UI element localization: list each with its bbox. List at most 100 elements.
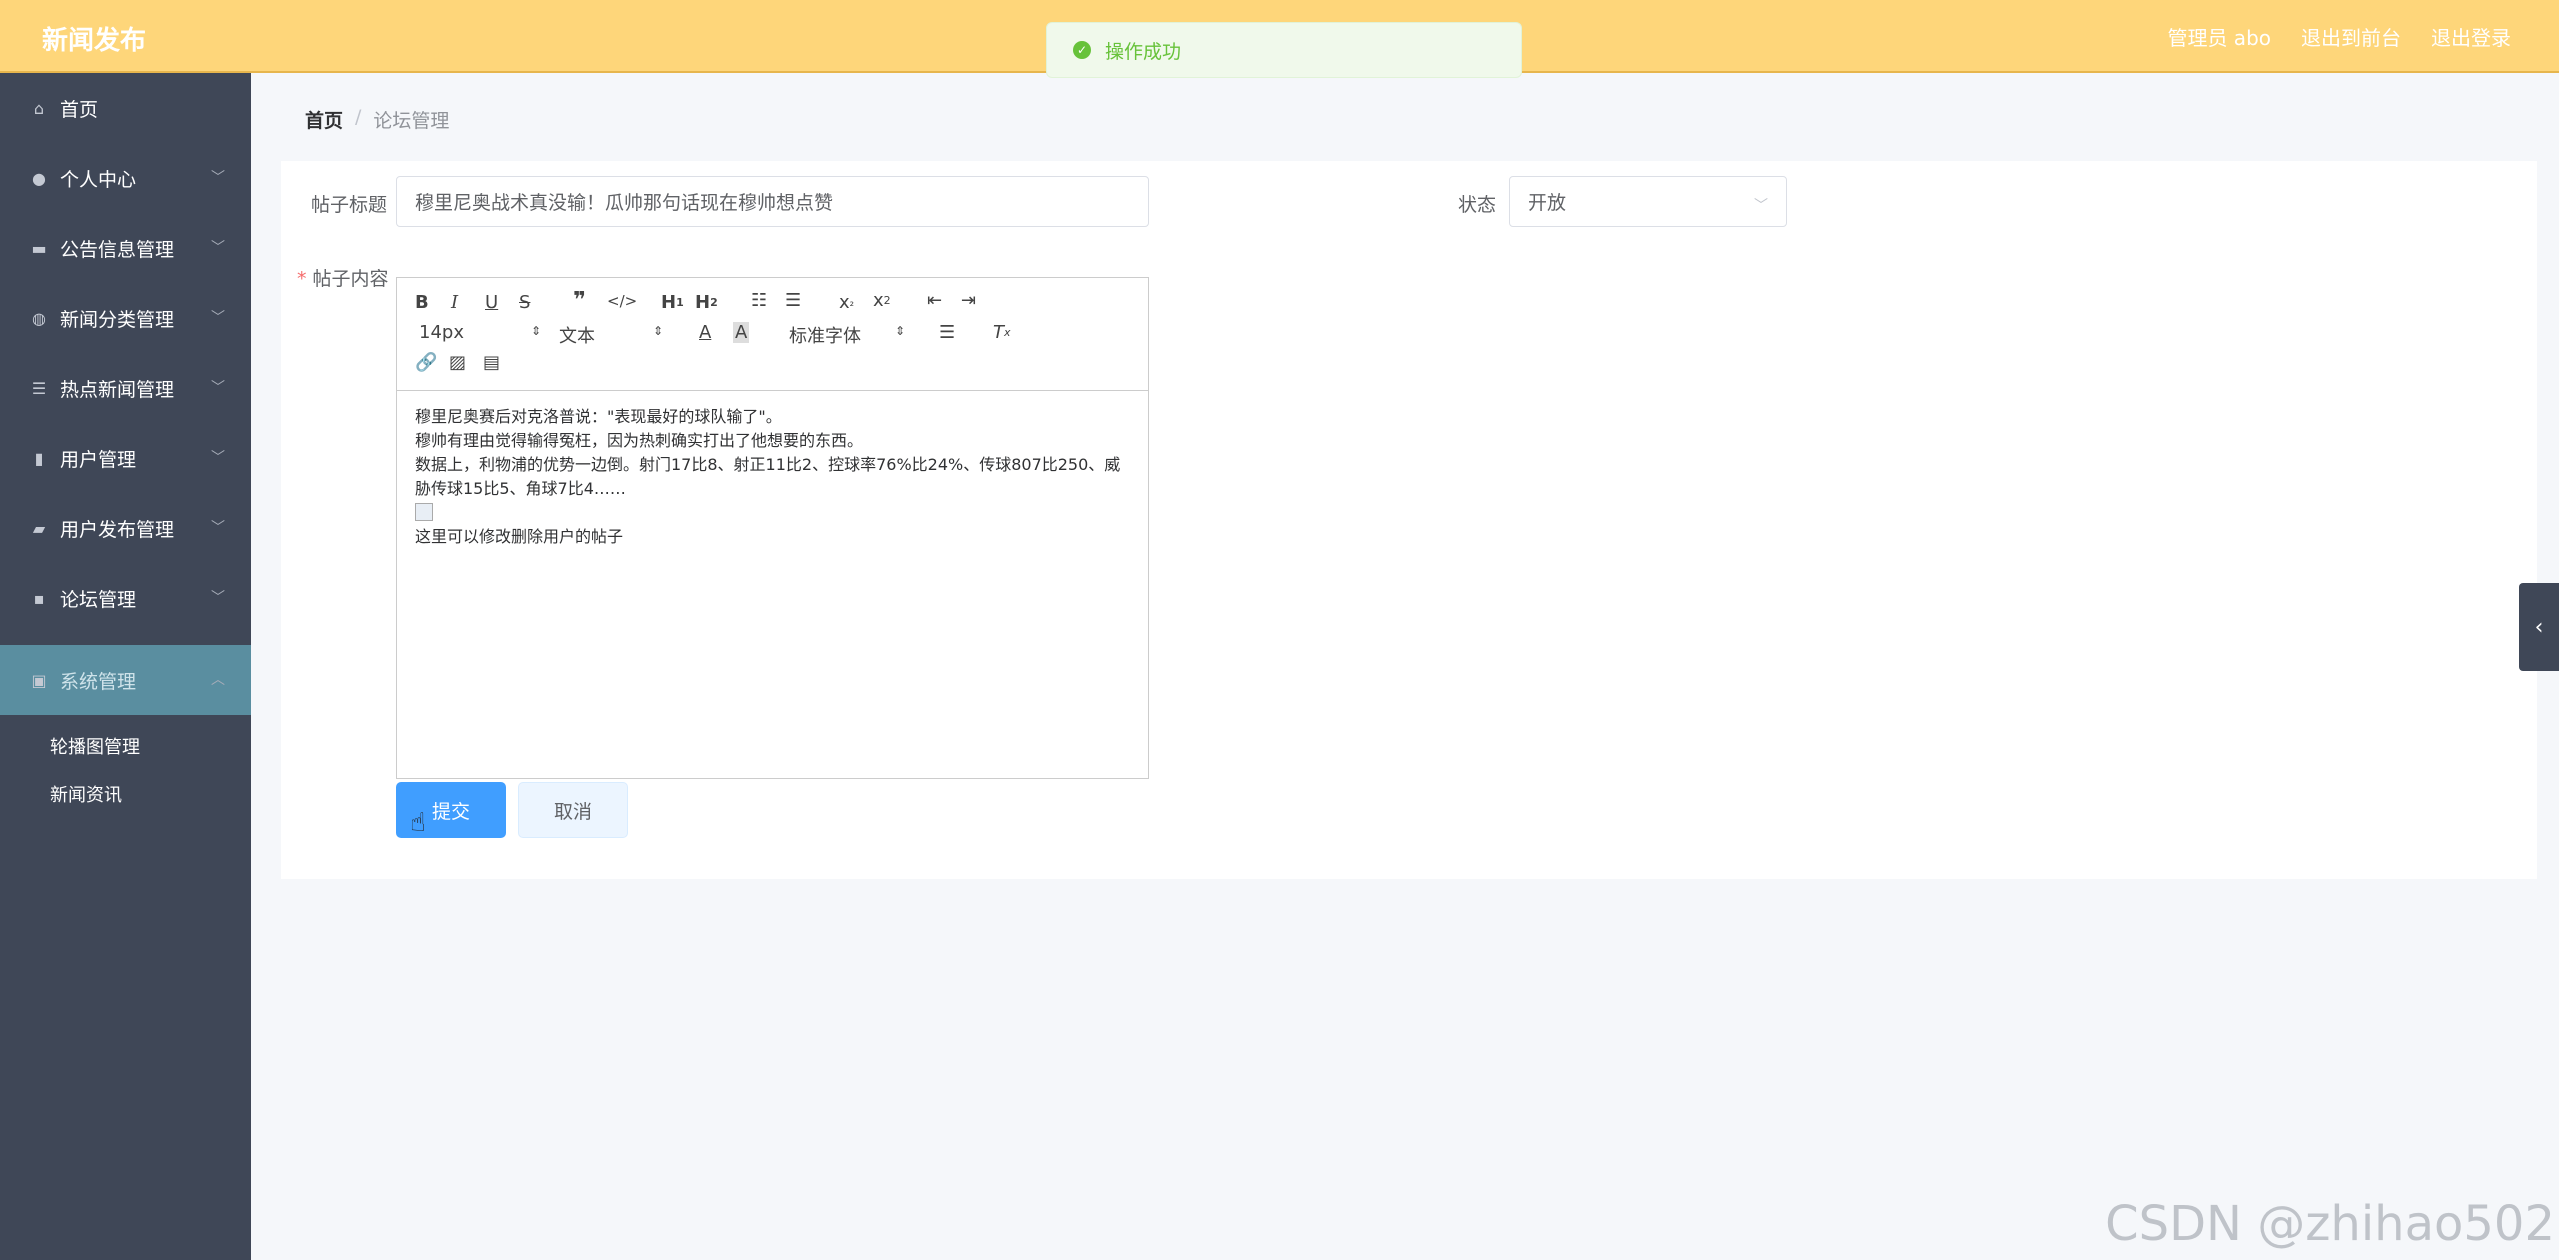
required-mark: * [297,268,307,290]
content-line: 穆帅有理由觉得输得冤枉，因为热刺确实打出了他想要的东西。 [415,431,864,450]
success-toast: ✓ 操作成功 [1046,22,1522,78]
brand-title: 新闻发布 [42,26,147,56]
chat-icon: ▪ [33,588,45,608]
broken-image-icon [415,503,433,521]
sidebar-item-label: 论坛管理 [60,588,137,611]
briefcase-icon: ▰ [32,518,46,538]
editor-content[interactable]: 穆里尼奥赛后对克洛普说："表现最好的球队输了"。 穆帅有理由觉得输得冤枉，因为热… [397,391,1148,563]
clear-format-icon[interactable]: Tx [993,322,1011,343]
sidebar-item-home[interactable]: ⌂ 首页 [0,73,251,143]
chevron-left-icon: ‹ [2534,614,2544,640]
image-icon[interactable]: ▨ [449,352,466,373]
heading2-icon[interactable]: H2 [695,292,718,313]
ordered-list-icon[interactable]: ☷ [751,290,767,311]
rich-text-editor[interactable]: B I U S ❞ </> H1 H2 ☷ ☰ x₂ x2 ⇤ ⇥ 14px ⇕… [396,277,1149,779]
list-icon: ☰ [31,378,47,398]
sidebar-item-user-posts[interactable]: ▰ 用户发布管理 ﹀ [0,493,251,563]
sidebar-item-profile[interactable]: ● 个人中心 ﹀ [0,143,251,213]
bullet-list-icon[interactable]: ☰ [785,290,801,311]
superscript-icon[interactable]: x2 [873,290,891,311]
header-select[interactable]: 文本 ⇕ [559,322,669,348]
blockquote-icon[interactable]: ❞ [573,288,586,313]
book-icon: ▮ [34,448,44,468]
title-label: 帖子标题 [311,194,388,216]
link-icon[interactable]: 🔗 [415,352,437,373]
title-input[interactable]: 穆里尼奥战术真没输！瓜帅那句话现在穆帅想点赞 [396,176,1149,227]
subscript-icon[interactable]: x₂ [839,292,854,313]
chevron-down-icon: ﹀ [211,380,225,396]
sidebar-item-label: 热点新闻管理 [60,378,175,401]
underline-icon[interactable]: U [485,292,498,313]
indent-icon[interactable]: ⇥ [961,290,976,311]
sidebar-item-label: 新闻分类管理 [60,308,175,331]
sidebar-item-label: 用户管理 [60,448,137,471]
sidebar-item-news-categories[interactable]: ◍ 新闻分类管理 ﹀ [0,283,251,353]
sidebar-item-hot-news[interactable]: ☰ 热点新闻管理 ﹀ [0,353,251,423]
collapse-panel-tab[interactable]: ‹ [2519,583,2559,671]
top-links: 管理员 abo 退出到前台 退出登录 [2167,22,2511,51]
content-label: * 帖子内容 [297,264,389,291]
monitor-icon: ▬ [31,238,47,258]
content-line: 数据上，利物浦的优势一边倒。射门17比8、射正11比2、控球率76%比24%、传… [415,455,1121,498]
status-select[interactable]: 开放 ﹀ [1509,176,1787,227]
sidebar: ⌂ 首页 ● 个人中心 ﹀ ▬ 公告信息管理 ﹀ ◍ 新闻分类管理 ﹀ ☰ 热点… [0,73,251,1260]
content-line: 穆里尼奥赛后对克洛普说："表现最好的球队输了"。 [415,407,782,426]
sidebar-item-forum[interactable]: ▪ 论坛管理 ﹀ [0,563,251,633]
font-size-value: 14px [419,322,464,343]
user-icon: ● [32,168,46,188]
chevron-up-icon: ︿ [211,672,225,688]
chevron-down-icon: ﹀ [211,240,225,256]
header-select-value: 文本 [559,326,595,347]
sidebar-item-system[interactable]: ▣ 系统管理 ︿ [0,645,251,715]
italic-icon[interactable]: I [451,292,458,313]
editor-toolbar: B I U S ❞ </> H1 H2 ☷ ☰ x₂ x2 ⇤ ⇥ 14px ⇕… [397,278,1148,391]
sidebar-item-label: 系统管理 [60,670,137,693]
logout-link[interactable]: 退出登录 [2431,22,2511,51]
align-left-icon[interactable]: ☰ [939,322,955,343]
background-color-icon[interactable]: A [733,322,750,343]
chevron-down-icon: ﹀ [211,590,225,606]
watermark: CSDN @zhihao502 [2105,1196,2555,1252]
sidebar-item-label: 首页 [60,98,99,121]
sidebar-item-label: 用户发布管理 [60,518,175,541]
admin-label[interactable]: 管理员 abo [2167,22,2271,51]
toast-message: 操作成功 [1105,40,1182,63]
font-family-select[interactable]: 标准字体 ⇕ [789,322,909,348]
breadcrumb-current: 论坛管理 [373,110,450,132]
font-color-icon[interactable]: A [699,322,711,343]
status-label: 状态 [1458,194,1497,216]
chevron-down-icon: ﹀ [211,310,225,326]
updown-arrows-icon: ⇕ [531,324,542,338]
cancel-button[interactable]: 取消 [518,782,628,838]
bold-icon[interactable]: B [415,292,429,313]
clipboard-icon: ▣ [31,670,47,690]
strikethrough-icon[interactable]: S [519,292,530,313]
chevron-down-icon: ﹀ [211,170,225,186]
font-size-select[interactable]: 14px ⇕ [419,322,541,343]
sidebar-subitem-carousel[interactable]: 轮播图管理 [0,715,251,777]
sidebar-item-announcements[interactable]: ▬ 公告信息管理 ﹀ [0,213,251,283]
content-line: 这里可以修改删除用户的帖子 [415,527,624,546]
chevron-down-icon: ﹀ [1754,198,1768,214]
back-to-front-link[interactable]: 退出到前台 [2301,22,2401,51]
home-icon: ⌂ [33,98,45,118]
status-value: 开放 [1528,192,1567,214]
breadcrumb: 首页 / 论坛管理 [305,106,449,133]
updown-arrows-icon: ⇕ [895,324,906,338]
globe-icon: ◍ [32,308,46,328]
heading1-icon[interactable]: H1 [661,292,684,313]
content-label-text: 帖子内容 [312,268,389,290]
sidebar-item-label: 个人中心 [60,168,137,191]
sidebar-item-label: 公告信息管理 [60,238,175,261]
check-circle-icon: ✓ [1073,41,1091,59]
video-icon[interactable]: ▤ [483,352,500,373]
chevron-down-icon: ﹀ [211,520,225,536]
breadcrumb-home[interactable]: 首页 [305,106,343,133]
sidebar-item-users[interactable]: ▮ 用户管理 ﹀ [0,423,251,493]
updown-arrows-icon: ⇕ [653,324,664,338]
outdent-icon[interactable]: ⇤ [927,290,942,311]
code-block-icon[interactable]: </> [607,292,637,310]
breadcrumb-separator: / [355,106,362,128]
chevron-down-icon: ﹀ [211,450,225,466]
sidebar-subitem-news[interactable]: 新闻资讯 [0,777,251,807]
